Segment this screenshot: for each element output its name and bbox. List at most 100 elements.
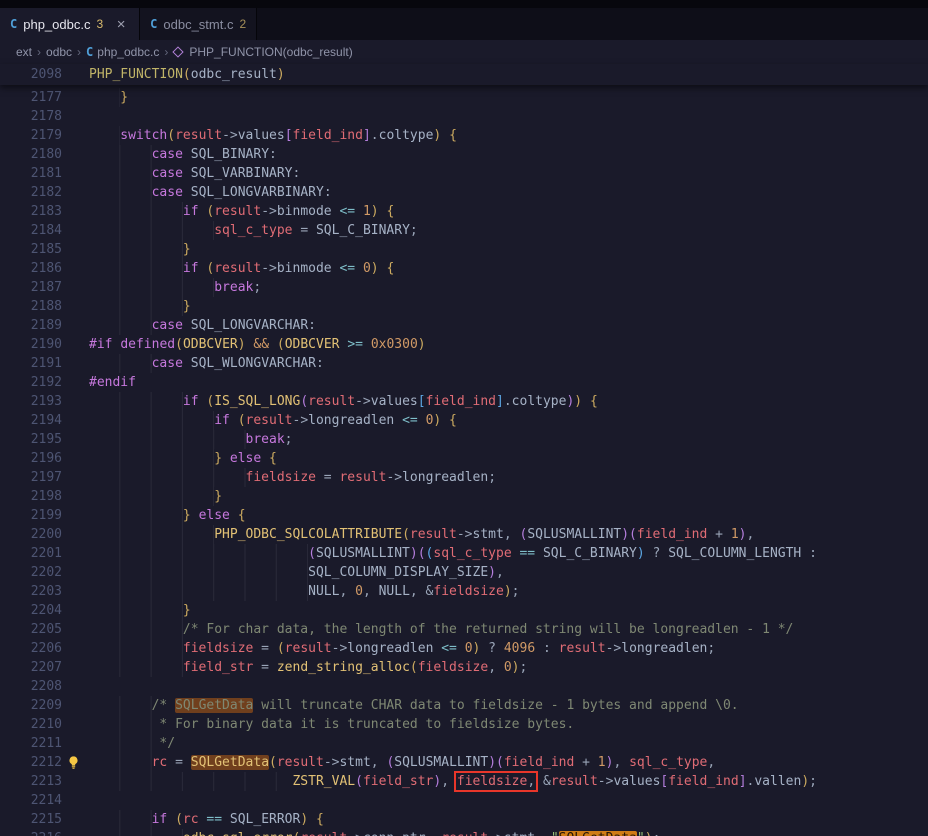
line-number[interactable]: 2198 bbox=[0, 487, 67, 506]
code-line-2183[interactable]: 2183if (result->binmode <= 1) { bbox=[0, 202, 928, 221]
line-number[interactable]: 2202 bbox=[0, 563, 67, 582]
code-token: >= bbox=[347, 337, 363, 352]
line-number[interactable]: 2178 bbox=[0, 107, 67, 126]
code-line-2189[interactable]: 2189case SQL_LONGVARCHAR: bbox=[0, 316, 928, 335]
code-line-2212[interactable]: 2212rc = SQLGetData(result->stmt, (SQLUS… bbox=[0, 753, 928, 772]
line-content: if (rc == SQL_ERROR) { bbox=[67, 810, 324, 829]
line-number[interactable]: 2180 bbox=[0, 145, 67, 164]
code-line-2191[interactable]: 2191case SQL_WLONGVARCHAR: bbox=[0, 354, 928, 373]
code-line-2193[interactable]: 2193if (IS_SQL_LONG(result->values[field… bbox=[0, 392, 928, 411]
line-number[interactable]: 2181 bbox=[0, 164, 67, 183]
breadcrumb-item-2[interactable]: Cphp_odbc.c bbox=[86, 45, 159, 59]
line-number[interactable]: 2207 bbox=[0, 658, 67, 677]
line-number[interactable]: 2177 bbox=[0, 88, 67, 107]
editor[interactable]: 2177}21782179switch(result->values[field… bbox=[0, 85, 928, 836]
code-line-2192[interactable]: 2192#endif bbox=[0, 373, 928, 392]
line-number[interactable]: 2215 bbox=[0, 810, 67, 829]
line-content: /* For char data, the length of the retu… bbox=[67, 620, 793, 639]
code-line-2210[interactable]: 2210 * For binary data it is truncated t… bbox=[0, 715, 928, 734]
line-number[interactable]: 2214 bbox=[0, 791, 67, 810]
line-number[interactable]: 2208 bbox=[0, 677, 67, 696]
line-number[interactable]: 2204 bbox=[0, 601, 67, 620]
code-line-2188[interactable]: 2188} bbox=[0, 297, 928, 316]
code-line-2181[interactable]: 2181case SQL_VARBINARY: bbox=[0, 164, 928, 183]
code-line-2187[interactable]: 2187break; bbox=[0, 278, 928, 297]
line-number[interactable]: 2187 bbox=[0, 278, 67, 297]
line-number[interactable]: 2205 bbox=[0, 620, 67, 639]
line-number[interactable]: 2188 bbox=[0, 297, 67, 316]
code-line-2205[interactable]: 2205/* For char data, the length of the … bbox=[0, 620, 928, 639]
code-line-2178[interactable]: 2178 bbox=[0, 107, 928, 126]
code-line-2198[interactable]: 2198} bbox=[0, 487, 928, 506]
code-line-2201[interactable]: 2201(SQLUSMALLINT)((sql_c_type == SQL_C_… bbox=[0, 544, 928, 563]
code-line-2195[interactable]: 2195break; bbox=[0, 430, 928, 449]
line-number[interactable]: 2210 bbox=[0, 715, 67, 734]
line-number[interactable]: 2182 bbox=[0, 183, 67, 202]
code-line-2196[interactable]: 2196} else { bbox=[0, 449, 928, 468]
code-line-2203[interactable]: 2203NULL, 0, NULL, &fieldsize); bbox=[0, 582, 928, 601]
code-token: */ bbox=[152, 736, 175, 751]
line-number[interactable]: 2209 bbox=[0, 696, 67, 715]
code-line-2184[interactable]: 2184sql_c_type = SQL_C_BINARY; bbox=[0, 221, 928, 240]
line-number[interactable]: 2194 bbox=[0, 411, 67, 430]
code-line-2214[interactable]: 2214 bbox=[0, 791, 928, 810]
code-line-2208[interactable]: 2208 bbox=[0, 677, 928, 696]
line-number[interactable]: 2196 bbox=[0, 449, 67, 468]
code-line-2190[interactable]: 2190#if defined(ODBCVER) && (ODBCVER >= … bbox=[0, 335, 928, 354]
line-number[interactable]: 2184 bbox=[0, 221, 67, 240]
line-number[interactable]: 2193 bbox=[0, 392, 67, 411]
code-line-2204[interactable]: 2204} bbox=[0, 601, 928, 620]
code-token: stmt bbox=[504, 831, 535, 836]
code-line-2200[interactable]: 2200PHP_ODBC_SQLCOLATTRIBUTE(result->stm… bbox=[0, 525, 928, 544]
code-line-2215[interactable]: 2215if (rc == SQL_ERROR) { bbox=[0, 810, 928, 829]
tab-odbc_stmt.c[interactable]: Codbc_stmt.c2 bbox=[140, 8, 257, 40]
line-number[interactable]: 2206 bbox=[0, 639, 67, 658]
line-number[interactable]: 2213 bbox=[0, 772, 67, 791]
line-number[interactable]: 2191 bbox=[0, 354, 67, 373]
window-top-strip bbox=[0, 0, 928, 8]
code-line-2209[interactable]: 2209/* SQLGetData will truncate CHAR dat… bbox=[0, 696, 928, 715]
code-line-2194[interactable]: 2194if (result->longreadlen <= 0) { bbox=[0, 411, 928, 430]
line-number[interactable]: 2186 bbox=[0, 259, 67, 278]
code-line-2186[interactable]: 2186if (result->binmode <= 0) { bbox=[0, 259, 928, 278]
line-number[interactable]: 2192 bbox=[0, 373, 67, 392]
line-number[interactable]: 2183 bbox=[0, 202, 67, 221]
line-number[interactable]: 2185 bbox=[0, 240, 67, 259]
code-token: break bbox=[214, 280, 253, 295]
sticky-scroll-line[interactable]: 2098 PHP_FUNCTION(odbc_result) bbox=[0, 64, 928, 85]
code-line-2180[interactable]: 2180case SQL_BINARY: bbox=[0, 145, 928, 164]
code-line-2202[interactable]: 2202SQL_COLUMN_DISPLAY_SIZE), bbox=[0, 563, 928, 582]
code-line-2179[interactable]: 2179switch(result->values[field_ind].col… bbox=[0, 126, 928, 145]
breadcrumb-item-1[interactable]: odbc bbox=[46, 45, 72, 59]
close-tab-icon[interactable]: × bbox=[113, 16, 129, 33]
lightbulb-icon[interactable] bbox=[66, 755, 81, 770]
line-number[interactable]: 2212 bbox=[0, 753, 67, 772]
line-number[interactable]: 2211 bbox=[0, 734, 67, 753]
line-content: switch(result->values[field_ind].coltype… bbox=[67, 126, 457, 145]
line-number[interactable]: 2216 bbox=[0, 829, 67, 836]
line-number[interactable]: 2203 bbox=[0, 582, 67, 601]
code-line-2197[interactable]: 2197fieldsize = result->longreadlen; bbox=[0, 468, 928, 487]
code-line-2182[interactable]: 2182case SQL_LONGVARBINARY: bbox=[0, 183, 928, 202]
code-token: ( bbox=[175, 337, 183, 352]
code-line-2177[interactable]: 2177} bbox=[0, 88, 928, 107]
breadcrumb-item-3[interactable]: PHP_FUNCTION(odbc_result) bbox=[173, 45, 352, 59]
line-number[interactable]: 2199 bbox=[0, 506, 67, 525]
line-number[interactable]: 2179 bbox=[0, 126, 67, 145]
code-token: , bbox=[746, 527, 754, 542]
line-number[interactable]: 2195 bbox=[0, 430, 67, 449]
breadcrumb-item-0[interactable]: ext bbox=[16, 45, 32, 59]
code-line-2185[interactable]: 2185} bbox=[0, 240, 928, 259]
code-line-2206[interactable]: 2206fieldsize = (result->longreadlen <= … bbox=[0, 639, 928, 658]
code-line-2199[interactable]: 2199} else { bbox=[0, 506, 928, 525]
tab-php_odbc.c[interactable]: Cphp_odbc.c3× bbox=[0, 8, 140, 40]
line-number[interactable]: 2190 bbox=[0, 335, 67, 354]
line-number[interactable]: 2200 bbox=[0, 525, 67, 544]
line-number[interactable]: 2197 bbox=[0, 468, 67, 487]
code-line-2216[interactable]: 2216odbc_sql_error(result->conn_ptr, res… bbox=[0, 829, 928, 836]
line-number[interactable]: 2201 bbox=[0, 544, 67, 563]
code-line-2213[interactable]: 2213ZSTR_VAL(field_str), fieldsize, &res… bbox=[0, 772, 928, 791]
line-number[interactable]: 2189 bbox=[0, 316, 67, 335]
code-line-2211[interactable]: 2211 */ bbox=[0, 734, 928, 753]
code-line-2207[interactable]: 2207field_str = zend_string_alloc(fields… bbox=[0, 658, 928, 677]
